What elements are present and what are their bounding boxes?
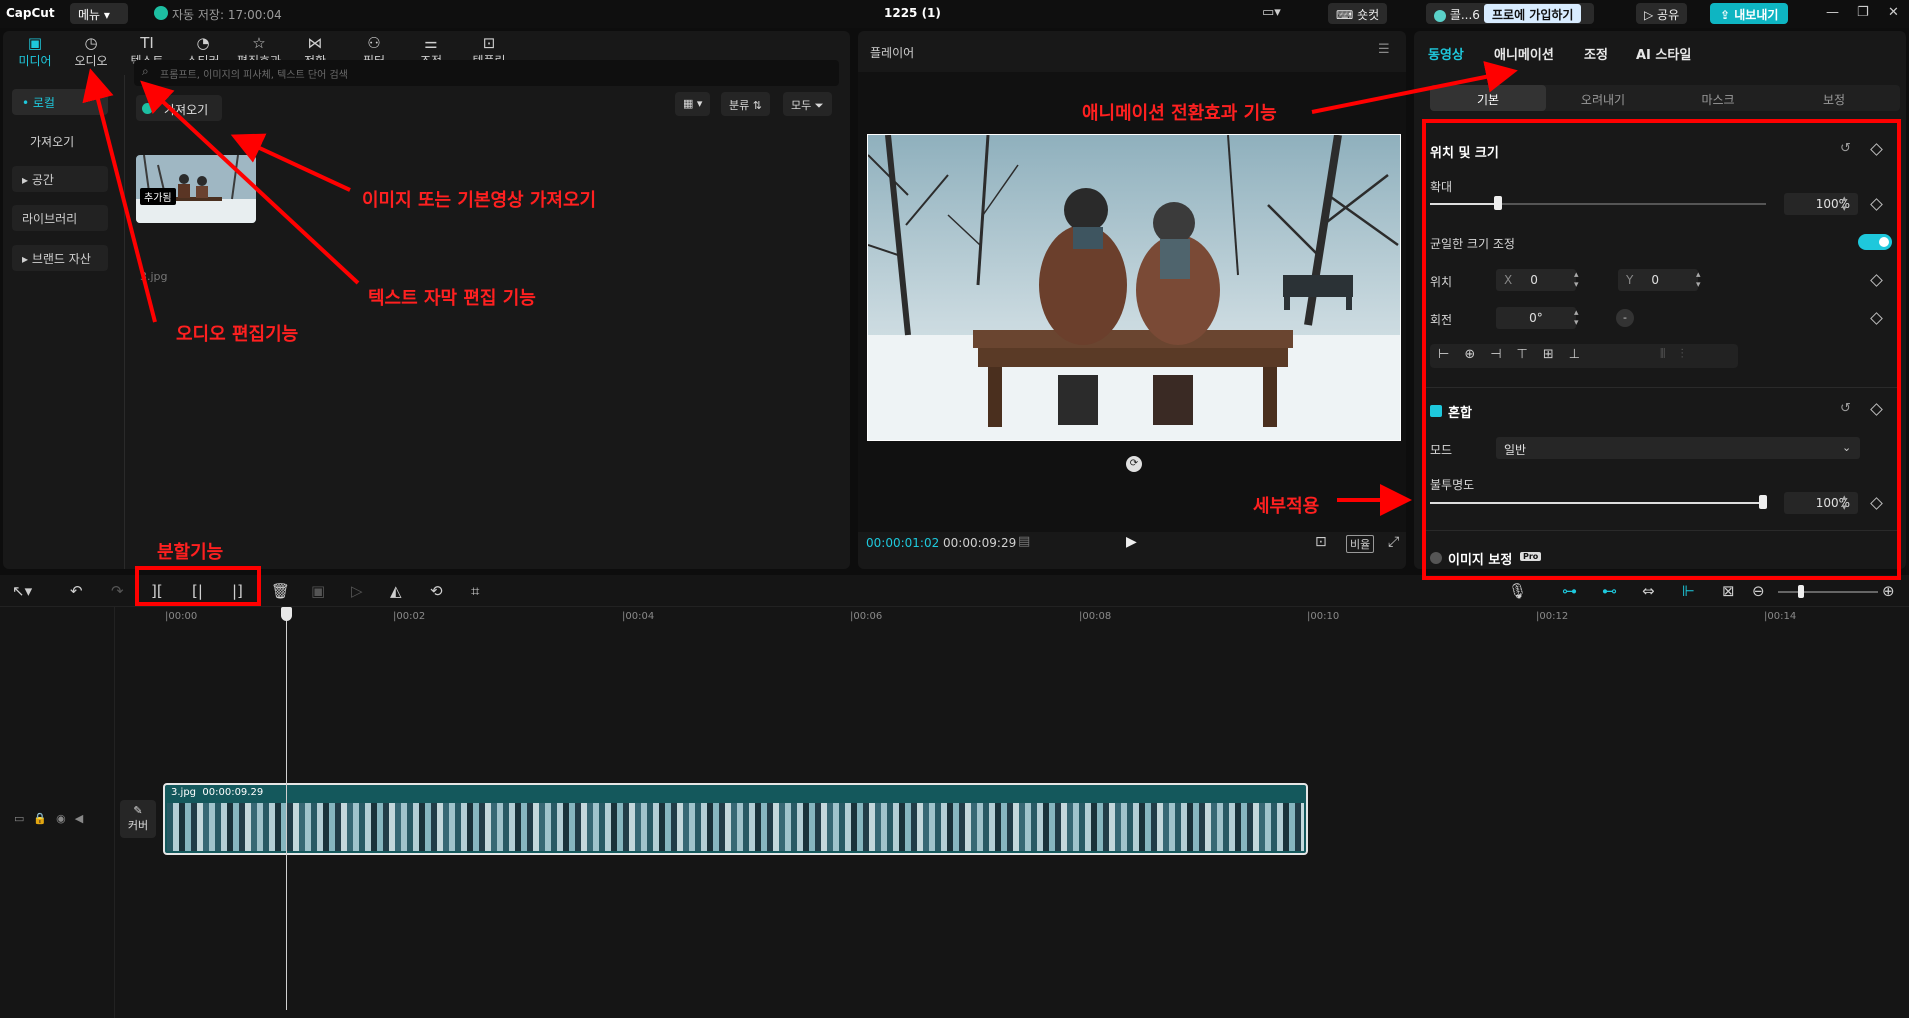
annotation-arrows [82,61,1518,516]
arrow-import [230,133,351,192]
arrow-audio [82,68,157,323]
arrow-text [140,80,360,285]
arrow-animation [1311,61,1518,114]
